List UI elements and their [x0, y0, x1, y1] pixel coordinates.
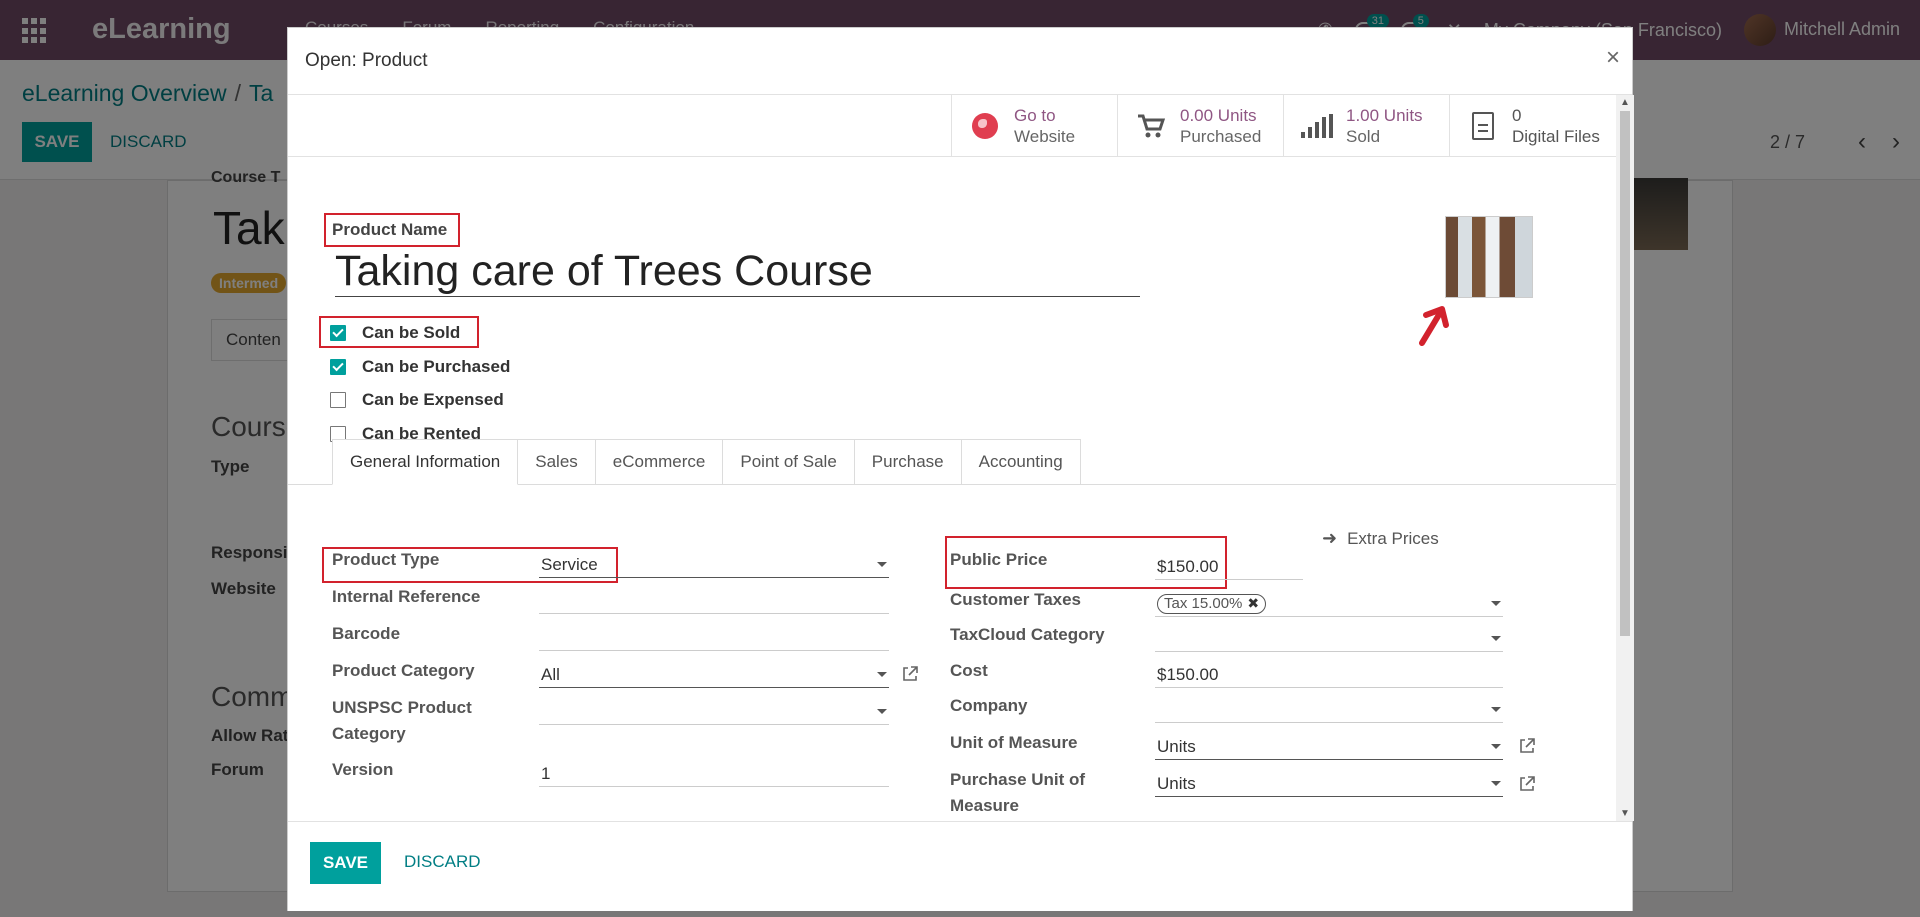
product-tabs: General Information Sales eCommerce Poin… — [332, 439, 1081, 485]
shopping-cart-icon — [1136, 111, 1166, 141]
globe-icon — [972, 113, 998, 139]
file-icon — [1472, 112, 1494, 140]
chevron-down-icon — [1491, 636, 1501, 641]
internal-reference-input[interactable] — [539, 588, 889, 614]
company-label: Company — [950, 696, 1028, 715]
internal-reference-label: Internal Reference — [332, 587, 481, 606]
tab-purchase[interactable]: Purchase — [854, 439, 962, 485]
can-be-expensed-row[interactable]: Can be Expensed — [330, 390, 504, 410]
cost-input[interactable]: $150.00 — [1155, 662, 1503, 688]
cost-label: Cost — [950, 661, 988, 680]
product-type-label: Product Type — [332, 550, 440, 569]
chevron-down-icon — [877, 562, 887, 567]
chevron-down-icon — [1491, 781, 1501, 786]
product-dialog: Open: Product × Go to Website 0.00 Units P… — [287, 27, 1634, 911]
can-be-expensed-checkbox[interactable] — [330, 392, 346, 408]
taxcloud-category-label: TaxCloud Category — [950, 625, 1105, 644]
arrow-right-icon: ➜ — [1322, 528, 1338, 548]
product-category-select[interactable]: All — [539, 662, 889, 688]
company-select[interactable] — [1155, 697, 1503, 723]
can-be-purchased-row[interactable]: Can be Purchased — [330, 357, 510, 377]
annotation-arrow-icon — [1419, 306, 1449, 346]
tab-accounting[interactable]: Accounting — [961, 439, 1081, 485]
chevron-down-icon — [877, 709, 887, 714]
bar-chart-icon — [1301, 114, 1333, 138]
external-link-icon[interactable] — [1518, 737, 1536, 755]
taxcloud-category-select[interactable] — [1155, 626, 1503, 652]
unspsc-label: UNSPSC Product Category — [332, 698, 472, 743]
remove-tag-icon[interactable]: ✖ — [1247, 595, 1259, 612]
dialog-header: Open: Product × — [288, 28, 1632, 95]
public-price-input[interactable]: $150.00 — [1155, 554, 1303, 580]
chevron-down-icon — [1491, 601, 1501, 606]
purchased-button[interactable]: 0.00 Units Purchased — [1117, 95, 1283, 157]
dialog-scrollbar[interactable]: ▲ ▼ — [1616, 95, 1634, 821]
scroll-up-icon[interactable]: ▲ — [1620, 97, 1630, 108]
close-icon[interactable]: × — [1606, 44, 1620, 72]
unit-of-measure-select[interactable]: Units — [1155, 734, 1503, 760]
chevron-down-icon — [877, 672, 887, 677]
tax-tag: Tax 15.00% ✖ — [1157, 593, 1267, 614]
barcode-label: Barcode — [332, 624, 401, 643]
unspsc-select[interactable] — [539, 699, 889, 725]
customer-taxes-label: Customer Taxes — [950, 590, 1082, 609]
customer-taxes-input[interactable]: Tax 15.00% ✖ — [1155, 591, 1503, 617]
public-price-label: Public Price — [950, 550, 1048, 569]
product-name-input[interactable]: Taking care of Trees Course — [335, 247, 1140, 297]
product-image[interactable] — [1445, 216, 1533, 298]
extra-prices-button[interactable]: ➜ Extra Prices — [1322, 528, 1439, 549]
tab-ecommerce[interactable]: eCommerce — [595, 439, 724, 485]
dialog-body: Go to Website 0.00 Units Purchased 1.00 Un… — [288, 95, 1616, 821]
unit-of-measure-label: Unit of Measure — [950, 733, 1078, 752]
chevron-down-icon — [1491, 707, 1501, 712]
can-be-purchased-checkbox[interactable] — [330, 359, 346, 375]
can-be-sold-row[interactable]: Can be Sold — [330, 323, 460, 343]
tab-general-information[interactable]: General Information — [332, 439, 519, 485]
product-name-label: Product Name — [332, 220, 448, 239]
tab-point-of-sale[interactable]: Point of Sale — [723, 439, 855, 485]
discard-button[interactable]: DISCARD — [404, 852, 481, 872]
sold-button[interactable]: 1.00 Units Sold — [1283, 95, 1449, 157]
product-type-select[interactable]: Service — [539, 552, 889, 578]
dialog-title: Open: Product — [305, 50, 428, 71]
go-to-website-button[interactable]: Go to Website — [951, 95, 1117, 157]
save-button[interactable]: SAVE — [310, 842, 381, 884]
smart-button-box: Go to Website 0.00 Units Purchased 1.00 Un… — [288, 95, 1616, 157]
external-link-icon[interactable] — [901, 665, 919, 683]
barcode-input[interactable] — [539, 625, 889, 651]
external-link-icon[interactable] — [1518, 775, 1536, 793]
tab-sales[interactable]: Sales — [518, 439, 596, 485]
scroll-thumb[interactable] — [1620, 111, 1630, 636]
version-label: Version — [332, 760, 394, 779]
purchase-uom-select[interactable]: Units — [1155, 771, 1503, 797]
can-be-sold-checkbox[interactable] — [330, 325, 346, 341]
dialog-footer: SAVE DISCARD — [288, 821, 1632, 911]
version-input[interactable]: 1 — [539, 761, 889, 787]
product-category-label: Product Category — [332, 661, 475, 680]
digital-files-button[interactable]: 0 Digital Files — [1449, 95, 1616, 157]
purchase-uom-label: Purchase Unit of Measure — [950, 770, 1086, 815]
chevron-down-icon — [1491, 744, 1501, 749]
scroll-down-icon[interactable]: ▼ — [1620, 808, 1630, 819]
